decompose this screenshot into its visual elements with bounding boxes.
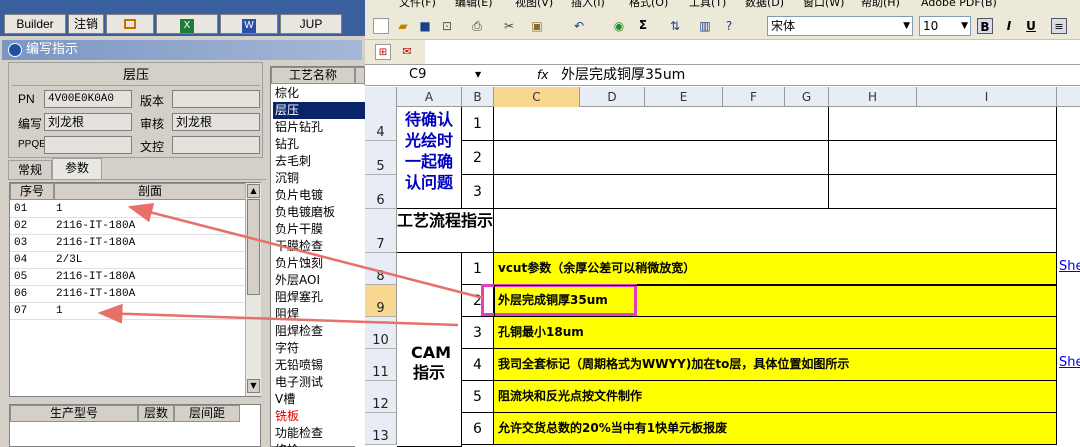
- annotation-arrows: [97, 202, 484, 327]
- arrow-to-row-01: [127, 202, 484, 300]
- arrow-to-row-07: [97, 303, 459, 327]
